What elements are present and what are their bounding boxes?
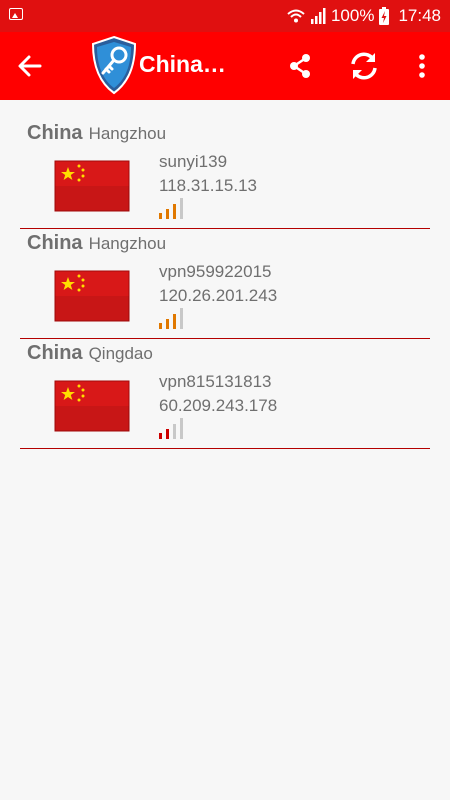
status-bar: 100% 17:48	[0, 0, 450, 32]
server-hostname: vpn815131813	[159, 372, 272, 391]
country-name: China	[27, 232, 83, 254]
divider	[20, 448, 430, 449]
server-item[interactable]: China Hangzhou vpn959922015 120.26.201.24…	[0, 210, 450, 339]
clock: 17:48	[398, 6, 441, 25]
china-flag-icon	[54, 160, 130, 212]
share-icon[interactable]	[286, 52, 314, 80]
server-list: China Hangzhou sunyi139 118.31.15.13 Chin…	[0, 100, 450, 449]
server-hostname: vpn959922015	[159, 262, 272, 281]
server-location: China Hangzhou	[27, 122, 166, 145]
app-bar: China…	[0, 32, 450, 100]
server-item[interactable]: China Hangzhou sunyi139 118.31.15.13	[0, 100, 450, 229]
signal-bar-4	[180, 418, 183, 439]
city-name: Hangzhou	[88, 234, 167, 253]
page-title: China…	[139, 51, 226, 77]
signal-bar-1	[159, 433, 162, 439]
status-icons: 100% 17:48	[287, 5, 441, 27]
china-flag-icon	[54, 270, 130, 322]
server-ip: 118.31.15.13	[159, 176, 257, 195]
shield-key-logo	[91, 35, 137, 95]
server-item[interactable]: China Qingdao vpn815131813 60.209.243.178	[0, 320, 450, 449]
cellular-signal-icon	[310, 8, 326, 24]
battery-charging-icon	[379, 7, 390, 25]
country-name: China	[27, 122, 83, 144]
battery-percent: 100%	[330, 6, 375, 25]
server-ip: 120.26.201.243	[159, 286, 278, 305]
back-arrow-icon[interactable]	[16, 52, 44, 80]
refresh-icon[interactable]	[346, 50, 382, 82]
china-flag-icon	[54, 380, 130, 432]
city-name: Qingdao	[88, 344, 153, 363]
server-location: China Hangzhou	[27, 232, 166, 255]
city-name: Hangzhou	[88, 124, 167, 143]
signal-strength-icon	[159, 418, 183, 439]
country-name: China	[27, 342, 83, 364]
gallery-icon	[9, 8, 23, 20]
wifi-icon	[287, 9, 305, 23]
signal-bar-2	[166, 429, 169, 439]
server-ip: 60.209.243.178	[159, 396, 278, 415]
signal-bar-3	[173, 424, 176, 439]
server-hostname: sunyi139	[159, 152, 228, 171]
server-location: China Qingdao	[27, 342, 153, 365]
more-vert-icon[interactable]	[413, 52, 431, 80]
